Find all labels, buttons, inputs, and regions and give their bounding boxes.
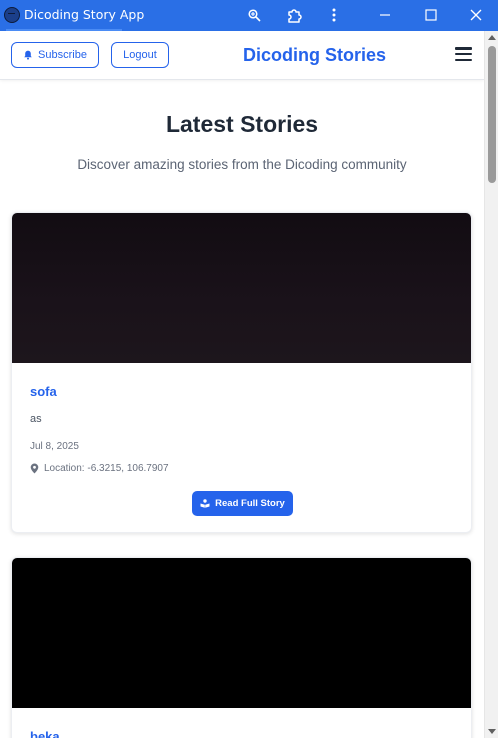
window-title: Dicoding Story App (24, 7, 145, 22)
subscribe-button[interactable]: Subscribe (11, 42, 99, 68)
subscribe-label: Subscribe (38, 49, 87, 61)
puzzle-icon[interactable] (285, 4, 303, 26)
story-title[interactable]: sofa (30, 384, 57, 399)
page-title: Latest Stories (165, 111, 319, 137)
more-vertical-icon[interactable] (328, 4, 340, 26)
story-location-text: Location: -6.3215, 106.7907 (44, 463, 169, 474)
app-icon (4, 7, 20, 23)
logout-label: Logout (123, 49, 157, 61)
zoom-icon[interactable] (246, 4, 262, 26)
scroll-up-arrow-icon[interactable] (488, 35, 496, 40)
scroll-thumb[interactable] (488, 46, 496, 183)
app-header: Subscribe Logout Dicoding Stories (0, 31, 484, 80)
logout-button[interactable]: Logout (111, 42, 169, 68)
minimize-icon[interactable] (375, 4, 395, 26)
vertical-scrollbar[interactable] (484, 31, 498, 738)
scroll-down-arrow-icon[interactable] (488, 729, 496, 734)
read-full-story-label: Read Full Story (215, 498, 285, 509)
window-titlebar: Dicoding Story App (0, 0, 498, 31)
page-viewport: Subscribe Logout Dicoding Stories Latest… (0, 31, 498, 738)
story-image (12, 213, 471, 363)
page-subtitle: Discover amazing stories from the Dicodi… (77, 157, 407, 172)
map-pin-icon (30, 463, 39, 474)
story-description: as (30, 413, 42, 425)
story-image (12, 558, 471, 708)
brand-title[interactable]: Dicoding Stories (243, 45, 386, 66)
hamburger-icon[interactable] (455, 47, 472, 61)
story-title[interactable]: beka (30, 729, 60, 738)
book-reader-icon (200, 499, 210, 508)
story-card: beka (11, 557, 472, 738)
read-full-story-button[interactable]: Read Full Story (192, 491, 293, 516)
bell-icon (24, 50, 32, 60)
close-icon[interactable] (467, 4, 485, 26)
story-date: Jul 8, 2025 (30, 441, 79, 452)
story-card: sofa as Jul 8, 2025 Location: -6.3215, 1… (11, 212, 472, 533)
maximize-icon[interactable] (422, 4, 440, 26)
story-location: Location: -6.3215, 106.7907 (30, 463, 169, 474)
